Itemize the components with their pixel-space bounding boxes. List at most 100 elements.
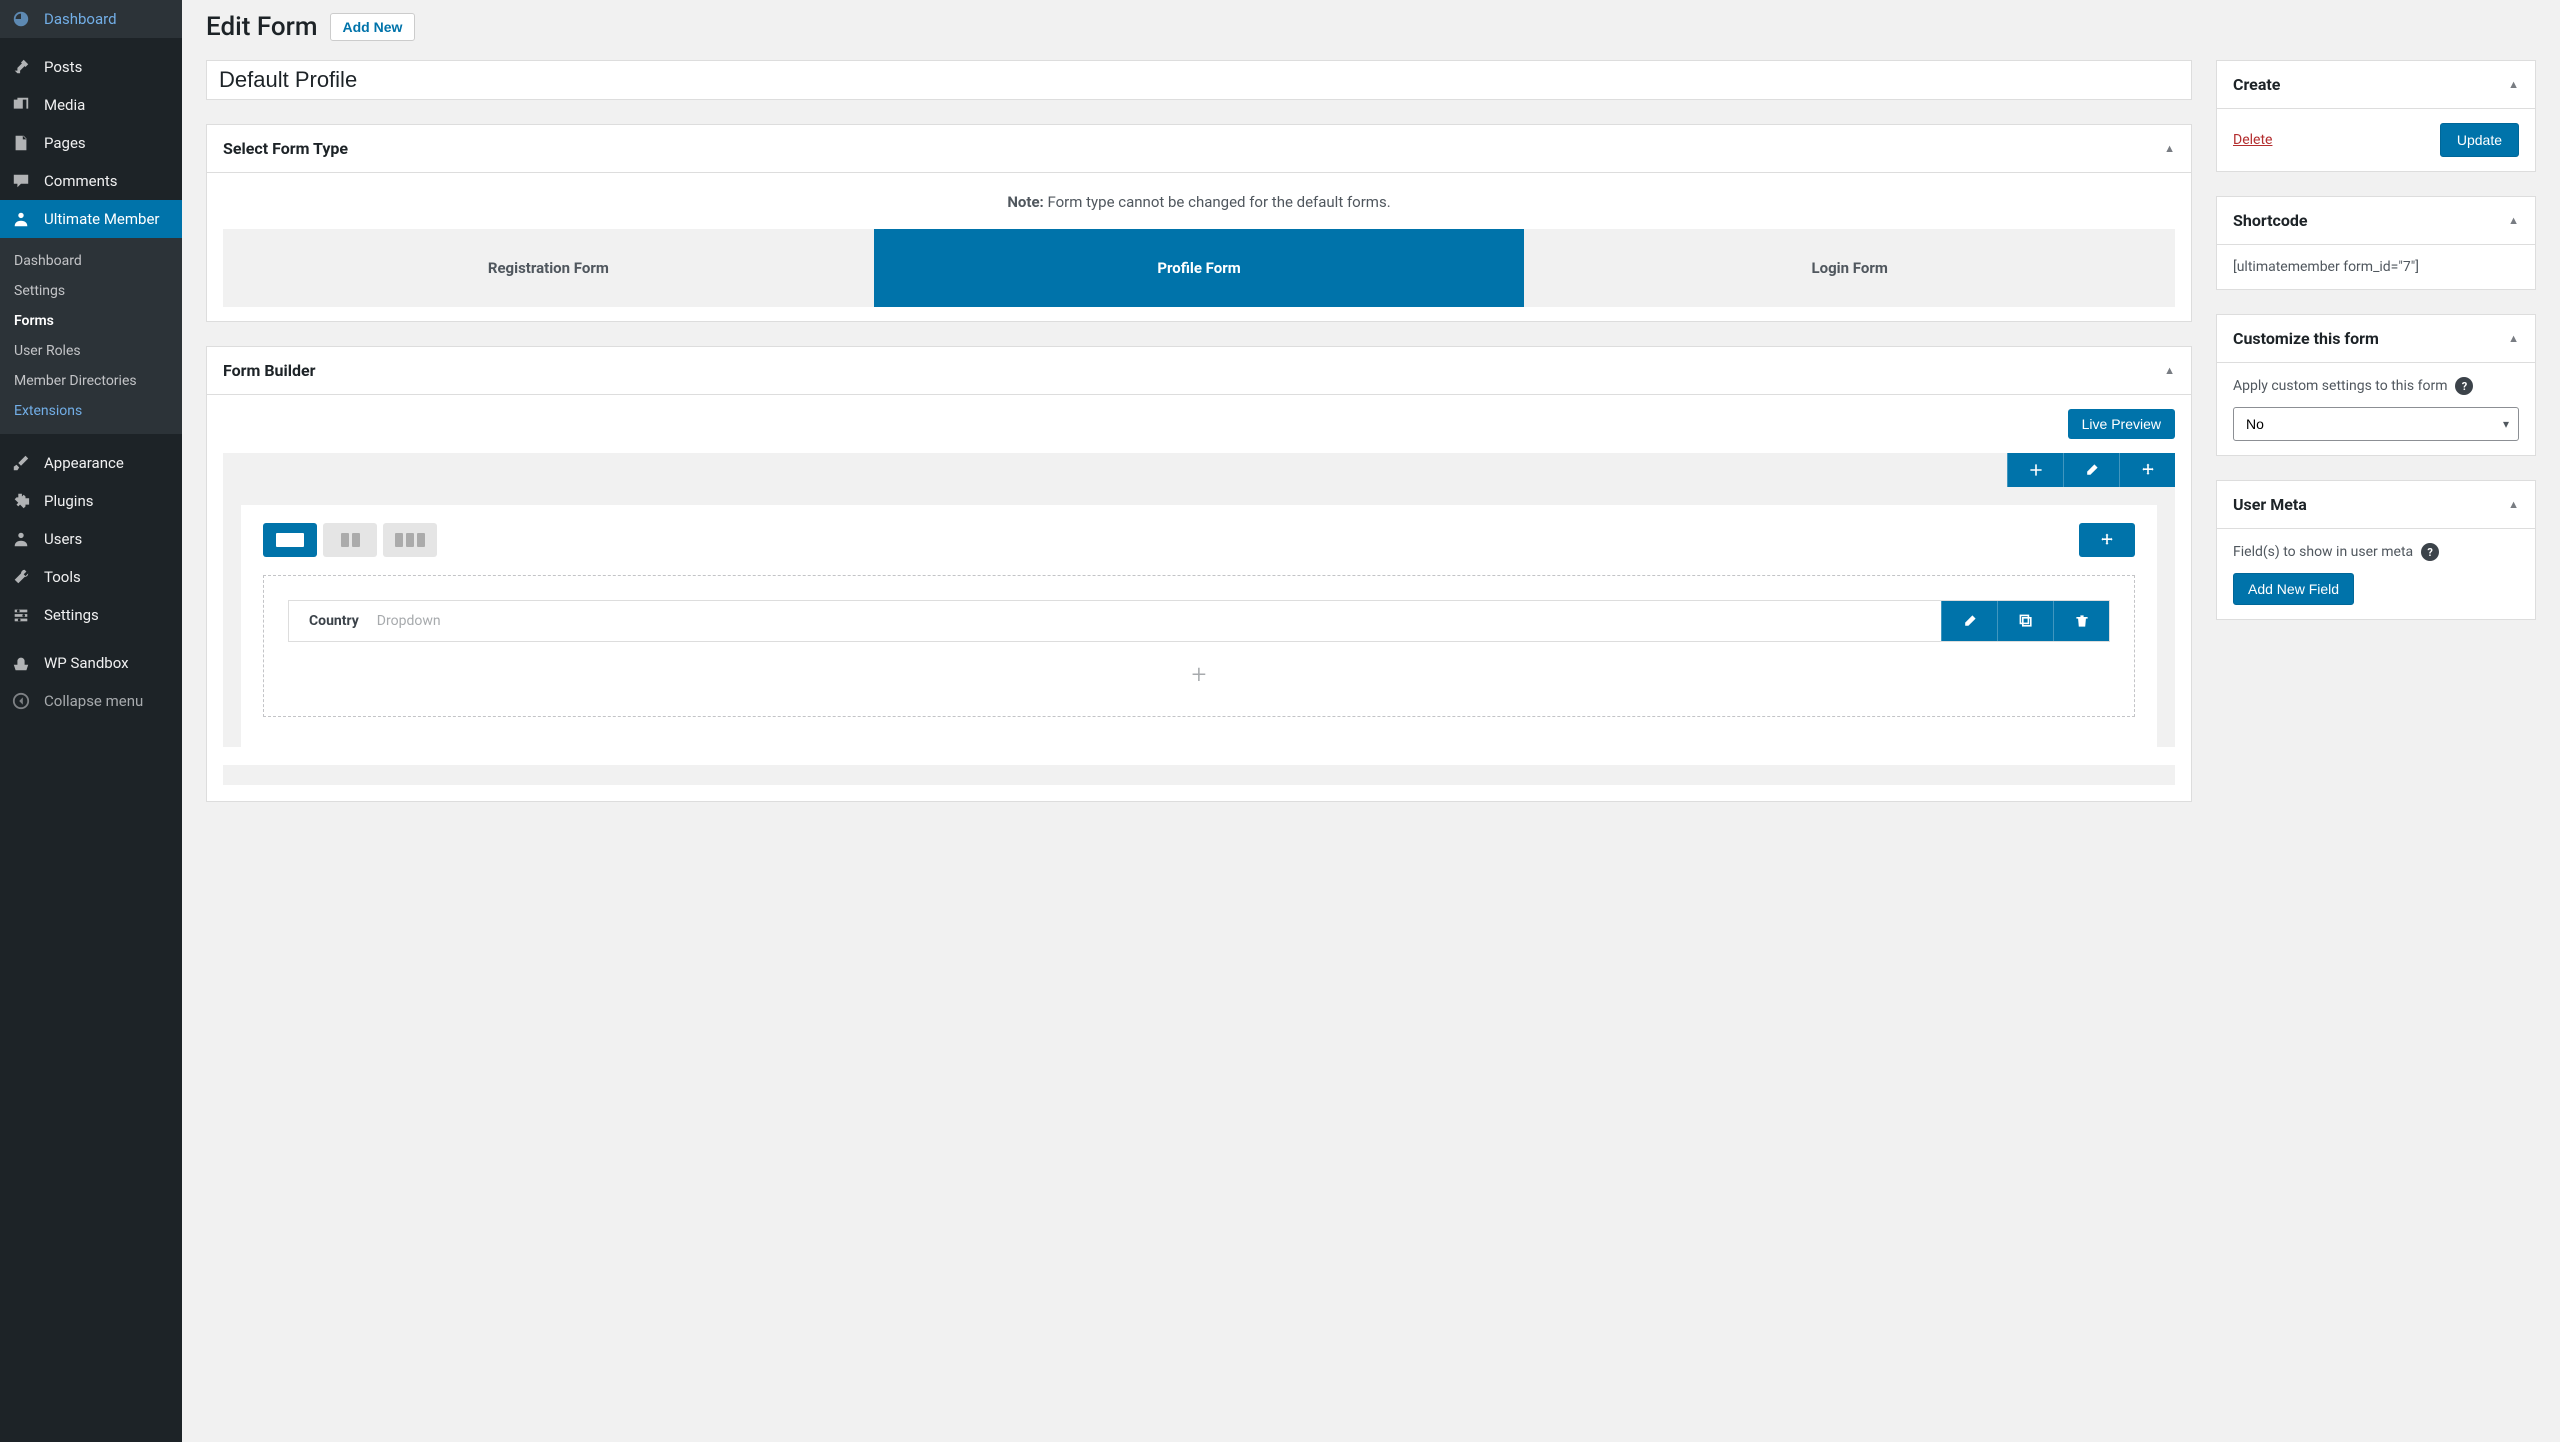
sidebar-item-comments[interactable]: Comments	[0, 162, 182, 200]
page-title: Edit Form	[206, 12, 318, 42]
shortcode-title: Shortcode	[2233, 211, 2308, 230]
sidebar-item-label: Posts	[44, 58, 82, 76]
sidebar-sub-forms[interactable]: Forms	[0, 306, 182, 336]
sidebar-item-label: Comments	[44, 172, 118, 190]
sidebar-item-label: Media	[44, 96, 85, 114]
admin-sidebar: Dashboard Posts Media Pages Comments	[0, 0, 182, 1442]
form-builder-title: Form Builder	[223, 361, 316, 380]
user-icon	[12, 210, 34, 228]
drag-handle[interactable]	[2079, 523, 2135, 557]
layout-three-col[interactable]	[383, 523, 437, 557]
custom-settings-select[interactable]: No	[2233, 407, 2519, 441]
shortcode-value: [ultimatemember form_id="7"]	[2233, 259, 2419, 275]
chevron-up-icon: ▲	[2508, 78, 2519, 91]
chevron-up-icon: ▲	[2508, 214, 2519, 227]
sidebar-item-wp-sandbox[interactable]: WP Sandbox	[0, 644, 182, 682]
pin-icon	[12, 58, 34, 76]
layout-two-col[interactable]	[323, 523, 377, 557]
sidebar-item-label: Tools	[44, 568, 81, 586]
field-label: Country	[309, 613, 359, 629]
dashboard-icon	[12, 10, 34, 28]
main-content: Edit Form Add New Select Form Type ▲ Not…	[182, 0, 2560, 1442]
customize-note: Apply custom settings to this form	[2233, 378, 2447, 394]
sidebar-sub-settings[interactable]: Settings	[0, 276, 182, 306]
customize-header[interactable]: Customize this form ▲	[2217, 315, 2535, 363]
delete-link[interactable]: Delete	[2233, 132, 2272, 148]
form-builder-header[interactable]: Form Builder ▲	[207, 347, 2191, 395]
form-type-note: Note: Form type cannot be changed for th…	[223, 187, 2175, 229]
column-layout-picker	[263, 523, 437, 557]
sidebar-item-appearance[interactable]: Appearance	[0, 444, 182, 482]
update-button[interactable]: Update	[2440, 123, 2519, 157]
form-type-login[interactable]: Login Form	[1524, 229, 2175, 307]
user-meta-title: User Meta	[2233, 495, 2307, 514]
brush-icon	[12, 454, 34, 472]
add-row-button[interactable]	[2007, 453, 2063, 487]
sidebar-item-label: Settings	[44, 606, 99, 624]
shortcode-box: Shortcode ▲ [ultimatemember form_id="7"]	[2216, 196, 2536, 290]
sidebar-item-plugins[interactable]: Plugins	[0, 482, 182, 520]
sidebar-sub-dashboard[interactable]: Dashboard	[0, 246, 182, 276]
customize-title: Customize this form	[2233, 329, 2379, 348]
wrench-icon	[12, 568, 34, 586]
field-type: Dropdown	[377, 613, 441, 629]
select-form-type-title: Select Form Type	[223, 139, 348, 158]
edit-row-button[interactable]	[2063, 453, 2119, 487]
users-icon	[12, 530, 34, 548]
sidebar-item-label: Appearance	[44, 454, 124, 472]
sidebar-item-users[interactable]: Users	[0, 520, 182, 558]
sidebar-item-collapse[interactable]: Collapse menu	[0, 682, 182, 720]
sidebar-item-dashboard[interactable]: Dashboard	[0, 0, 182, 38]
chevron-up-icon: ▲	[2164, 142, 2175, 155]
sidebar-sub-extensions[interactable]: Extensions	[0, 396, 182, 426]
collapse-icon	[12, 692, 34, 710]
field-row: Country Dropdown	[288, 600, 2110, 642]
select-form-type-box: Select Form Type ▲ Note: Form type canno…	[206, 124, 2192, 322]
publish-title: Create	[2233, 75, 2280, 94]
sidebar-item-tools[interactable]: Tools	[0, 558, 182, 596]
sidebar-item-label: Collapse menu	[44, 692, 143, 710]
sidebar-item-label: Dashboard	[44, 10, 117, 28]
comment-icon	[12, 172, 34, 190]
add-new-field-button[interactable]: Add New Field	[2233, 573, 2354, 605]
help-icon[interactable]: ?	[2455, 377, 2473, 395]
chevron-up-icon: ▲	[2508, 332, 2519, 345]
shortcode-header[interactable]: Shortcode ▲	[2217, 197, 2535, 245]
delete-field-button[interactable]	[2053, 601, 2109, 641]
select-form-type-header[interactable]: Select Form Type ▲	[207, 125, 2191, 173]
sidebar-item-label: Pages	[44, 134, 86, 152]
sidebar-item-pages[interactable]: Pages	[0, 124, 182, 162]
sidebar-item-label: Users	[44, 530, 82, 548]
sidebar-item-settings[interactable]: Settings	[0, 596, 182, 634]
layout-one-col[interactable]	[263, 523, 317, 557]
settings-icon	[12, 606, 34, 624]
duplicate-field-button[interactable]	[1997, 601, 2053, 641]
form-type-registration[interactable]: Registration Form	[223, 229, 874, 307]
publish-header[interactable]: Create ▲	[2217, 61, 2535, 109]
user-meta-box: User Meta ▲ Field(s) to show in user met…	[2216, 480, 2536, 620]
field-dropzone: Country Dropdown	[263, 575, 2135, 717]
live-preview-button[interactable]: Live Preview	[2068, 409, 2175, 439]
form-title-input[interactable]	[206, 60, 2192, 100]
publish-box: Create ▲ Delete Update	[2216, 60, 2536, 172]
sidebar-item-media[interactable]: Media	[0, 86, 182, 124]
sidebar-item-ultimate-member[interactable]: Ultimate Member	[0, 200, 182, 238]
form-type-profile[interactable]: Profile Form	[874, 229, 1525, 307]
customize-box: Customize this form ▲ Apply custom setti…	[2216, 314, 2536, 456]
move-row-button[interactable]	[2119, 453, 2175, 487]
add-new-button[interactable]: Add New	[330, 13, 416, 41]
page-icon	[12, 134, 34, 152]
chevron-up-icon: ▲	[2164, 364, 2175, 377]
sidebar-item-posts[interactable]: Posts	[0, 48, 182, 86]
sandbox-icon	[12, 654, 34, 672]
builder-row: Country Dropdown	[223, 453, 2175, 747]
add-field-button[interactable]: +	[288, 656, 2110, 692]
edit-field-button[interactable]	[1941, 601, 1997, 641]
sidebar-item-label: Ultimate Member	[44, 210, 160, 228]
sidebar-sub-member-directories[interactable]: Member Directories	[0, 366, 182, 396]
user-meta-header[interactable]: User Meta ▲	[2217, 481, 2535, 529]
form-builder-box: Form Builder ▲ Live Preview	[206, 346, 2192, 802]
sidebar-sub-user-roles[interactable]: User Roles	[0, 336, 182, 366]
help-icon[interactable]: ?	[2421, 543, 2439, 561]
plug-icon	[12, 492, 34, 510]
